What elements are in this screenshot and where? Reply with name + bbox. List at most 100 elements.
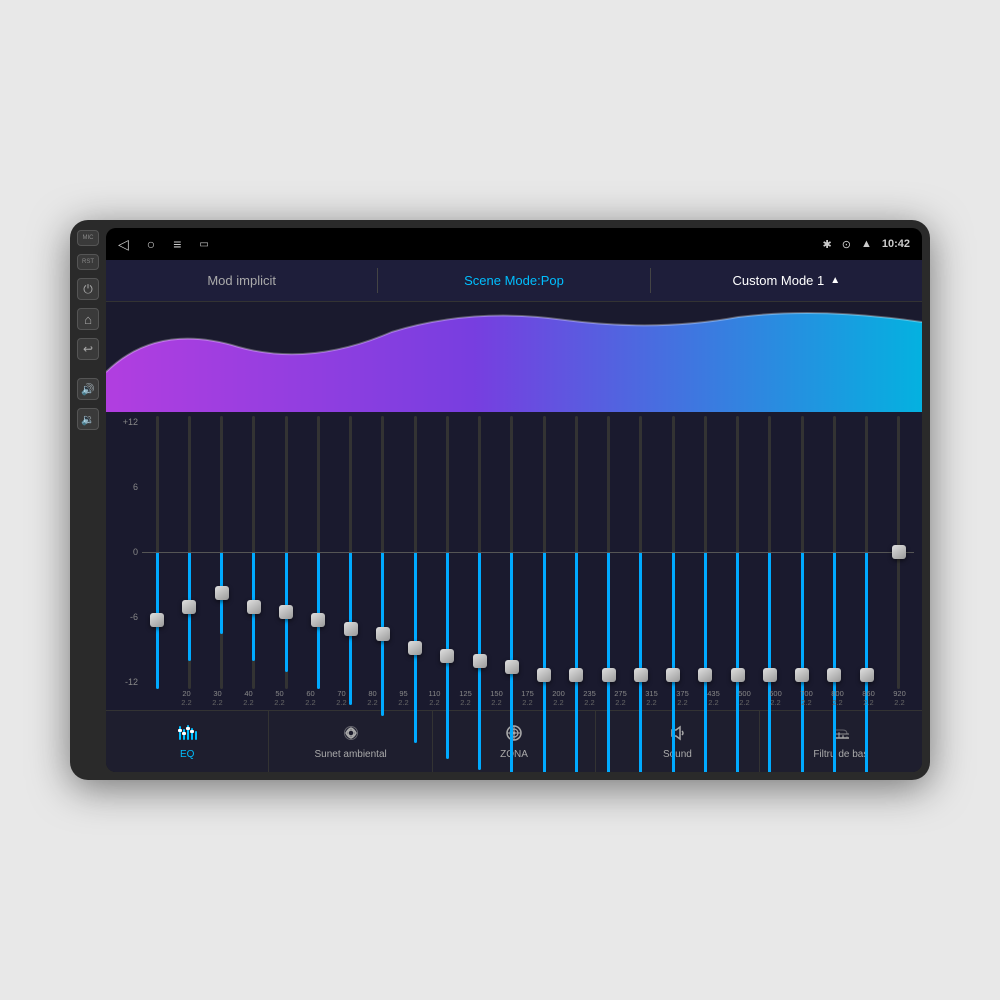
- bluetooth-icon: ✱: [823, 238, 832, 251]
- freq-label-275: 2752.2: [606, 689, 635, 709]
- zona-nav-icon: [503, 724, 525, 746]
- sliders-track: [142, 416, 914, 689]
- freq-label-860: 8602.2: [854, 689, 883, 709]
- vol-up-button[interactable]: 🔊: [77, 378, 99, 400]
- mod-implicit-tab[interactable]: Mod implicit: [106, 260, 377, 301]
- freq-label-315: 3152.2: [637, 689, 666, 709]
- db-label-12plus: +12: [123, 418, 138, 427]
- freq-label-30: 302.2: [203, 689, 232, 709]
- mode-bar: Mod implicit Scene Mode:Pop Custom Mode …: [106, 260, 922, 302]
- freq-label-20: 202.2: [172, 689, 201, 709]
- freq-label-175: 1752.2: [513, 689, 542, 709]
- slider-band-80[interactable]: [336, 416, 366, 689]
- freq-label-500: 5002.2: [730, 689, 759, 709]
- slider-band-235[interactable]: [561, 416, 591, 689]
- nav-eq[interactable]: EQ: [106, 711, 269, 772]
- nav-sunet-label: Sunet ambiental: [314, 749, 386, 760]
- slider-band-700[interactable]: [787, 416, 817, 689]
- device-frame: MIC RST ⏻ ⌂ ↩ 🔊 🔉 ◁ ○ ≡ ▭ ✱ ⊙ ▲ 10:42: [70, 220, 930, 780]
- filtru-bas-nav-icon: [830, 724, 852, 746]
- nav-filtru-bas[interactable]: Filtru de bas: [760, 711, 922, 772]
- slider-band-125[interactable]: [432, 416, 462, 689]
- side-buttons-panel: MIC RST ⏻ ⌂ ↩ 🔊 🔉: [70, 220, 106, 780]
- slider-band-40[interactable]: [207, 416, 237, 689]
- bottom-nav: EQ Sunet ambiental: [106, 710, 922, 772]
- slider-band-275[interactable]: [594, 416, 624, 689]
- back-nav-button[interactable]: ◁: [118, 236, 129, 253]
- nav-sunet-ambiental[interactable]: Sunet ambiental: [269, 711, 432, 772]
- freq-label-375: 3752.2: [668, 689, 697, 709]
- slider-band-860[interactable]: [852, 416, 882, 689]
- wifi-icon: ▲: [861, 238, 872, 250]
- slider-band-150[interactable]: [465, 416, 495, 689]
- nav-sound-label: Sound: [663, 749, 692, 760]
- freq-label-60: 602.2: [296, 689, 325, 709]
- mic-button[interactable]: MIC: [77, 230, 99, 246]
- nav-zona[interactable]: ZONA: [433, 711, 596, 772]
- db-scale: +12 6 0 -6 -12: [114, 416, 142, 689]
- freq-labels-row: 202.2302.2402.2502.2602.2702.2802.2952.2…: [114, 689, 914, 711]
- freq-label-200: 2002.2: [544, 689, 573, 709]
- slider-band-315[interactable]: [626, 416, 656, 689]
- slider-band-920[interactable]: [884, 416, 914, 689]
- slider-band-500[interactable]: [723, 416, 753, 689]
- eq-curve-svg: [106, 302, 922, 412]
- freq-label-125: 1252.2: [451, 689, 480, 709]
- slider-band-70[interactable]: [303, 416, 333, 689]
- status-bar: ◁ ○ ≡ ▭ ✱ ⊙ ▲ 10:42: [106, 228, 922, 260]
- db-label-0: 0: [133, 548, 138, 557]
- status-icons: ✱ ⊙ ▲ 10:42: [823, 238, 910, 251]
- eq-visualizer: [106, 302, 922, 412]
- nav-filtru-label: Filtru de bas: [813, 749, 868, 760]
- screen: ◁ ○ ≡ ▭ ✱ ⊙ ▲ 10:42 Mod implicit Scen: [106, 228, 922, 772]
- slider-band-800[interactable]: [819, 416, 849, 689]
- slider-band-95[interactable]: [368, 416, 398, 689]
- slider-band-200[interactable]: [529, 416, 559, 689]
- main-content: Mod implicit Scene Mode:Pop Custom Mode …: [106, 260, 922, 772]
- slider-band-600[interactable]: [755, 416, 785, 689]
- freq-label-40: 402.2: [234, 689, 263, 709]
- power-button[interactable]: ⏻: [77, 278, 99, 300]
- vol-down-button[interactable]: 🔉: [77, 408, 99, 430]
- freq-label-150: 1502.2: [482, 689, 511, 709]
- freq-label-95: 952.2: [389, 689, 418, 709]
- db-label-6: 6: [133, 483, 138, 492]
- nav-sound[interactable]: Sound: [596, 711, 759, 772]
- sunet-ambiental-nav-icon: [340, 724, 362, 746]
- home-nav-button[interactable]: ○: [147, 236, 155, 252]
- freq-label-70: 702.2: [327, 689, 356, 709]
- sound-nav-icon: [666, 724, 688, 746]
- menu-nav-button[interactable]: ≡: [173, 236, 181, 252]
- location-icon: ⊙: [842, 238, 851, 251]
- eq-nav-icon: [176, 724, 198, 746]
- custom-mode-tab[interactable]: Custom Mode 1 ▲: [651, 260, 922, 301]
- slider-band-60[interactable]: [271, 416, 301, 689]
- slider-band-435[interactable]: [690, 416, 720, 689]
- slider-band-20[interactable]: [142, 416, 172, 689]
- nav-zona-label: ZONA: [500, 749, 528, 760]
- slider-band-30[interactable]: [174, 416, 204, 689]
- slider-band-110[interactable]: [400, 416, 430, 689]
- slider-band-375[interactable]: [658, 416, 688, 689]
- freq-label-600: 6002.2: [761, 689, 790, 709]
- sliders-wrapper: +12 6 0 -6 -12: [114, 416, 914, 689]
- freq-label-50: 502.2: [265, 689, 294, 709]
- clock: 10:42: [882, 238, 910, 250]
- back-side-button[interactable]: ↩: [77, 338, 99, 360]
- slider-band-175[interactable]: [497, 416, 527, 689]
- slider-band-50[interactable]: [239, 416, 269, 689]
- freq-label-920: 9202.2: [885, 689, 914, 709]
- freq-label-435: 4352.2: [699, 689, 728, 709]
- rst-button[interactable]: RST: [77, 254, 99, 270]
- freq-label-110: 1102.2: [420, 689, 449, 709]
- custom-mode-arrow-icon: ▲: [830, 275, 840, 286]
- cast-nav-button[interactable]: ▭: [199, 239, 208, 250]
- freq-label-700: 7002.2: [792, 689, 821, 709]
- db-label-12minus: -12: [125, 678, 138, 687]
- db-label-6minus: -6: [130, 613, 138, 622]
- freq-label-80: 802.2: [358, 689, 387, 709]
- scene-mode-tab[interactable]: Scene Mode:Pop: [378, 260, 649, 301]
- home-side-button[interactable]: ⌂: [77, 308, 99, 330]
- freq-label-800: 8002.2: [823, 689, 852, 709]
- nav-eq-label: EQ: [180, 749, 194, 760]
